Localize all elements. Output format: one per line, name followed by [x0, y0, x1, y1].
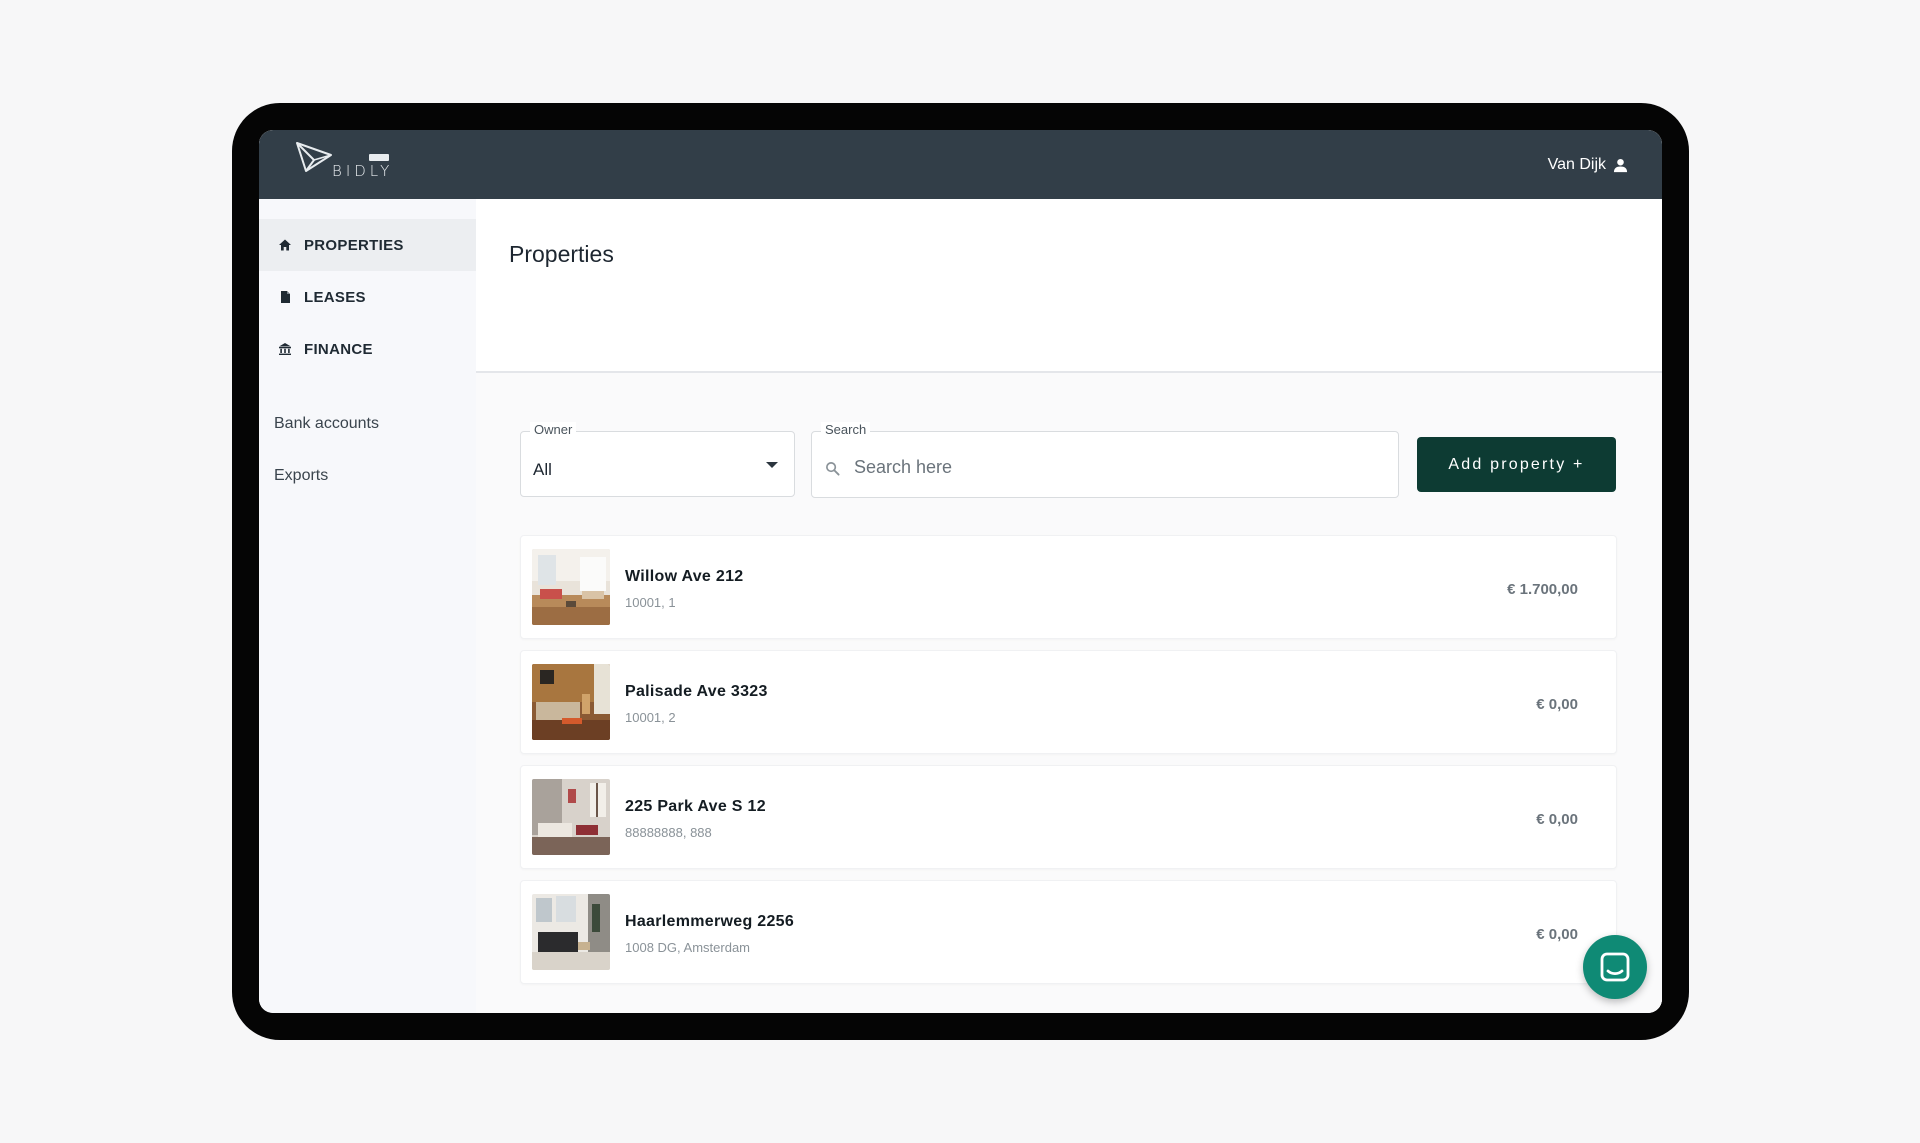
- search-input[interactable]: [854, 454, 1374, 480]
- app-screen: BIDLY Van Dijk PROPERTIES LEASES FINANCE…: [259, 130, 1662, 1013]
- property-address: 10001, 1: [625, 595, 676, 610]
- property-card[interactable]: Willow Ave 212 10001, 1 € 1.700,00: [520, 535, 1617, 639]
- person-icon: [1613, 158, 1628, 172]
- property-price: € 1.700,00: [1507, 581, 1578, 598]
- sidebar-item-label: LEASES: [304, 288, 366, 306]
- property-card[interactable]: Palisade Ave 3323 10001, 2 € 0,00: [520, 650, 1617, 754]
- page-title: Properties: [509, 241, 614, 267]
- search-label: Search: [821, 422, 871, 437]
- sidebar-item-properties[interactable]: PROPERTIES: [259, 219, 476, 271]
- sidebar-link-bank-accounts[interactable]: Bank accounts: [274, 415, 379, 433]
- sidebar-item-label: FINANCE: [304, 340, 373, 358]
- property-price: € 0,00: [1536, 926, 1578, 943]
- add-property-button[interactable]: Add property +: [1417, 437, 1616, 492]
- property-thumbnail: [532, 779, 610, 855]
- user-name: Van Dijk: [1547, 156, 1606, 173]
- property-name: Palisade Ave 3323: [625, 683, 768, 700]
- user-menu[interactable]: Van Dijk: [1548, 154, 1628, 176]
- bank-icon: [279, 343, 291, 355]
- property-price: € 0,00: [1536, 696, 1578, 713]
- property-name: 225 Park Ave S 12: [625, 798, 766, 815]
- property-address: 88888888, 888: [625, 825, 712, 840]
- search-field[interactable]: Search: [811, 422, 1399, 498]
- owner-label: Owner: [530, 422, 577, 437]
- sidebar: PROPERTIES LEASES FINANCE Bank accounts …: [259, 199, 476, 1013]
- logo-badge: [369, 154, 389, 161]
- property-list-area: Owner All Search Add property +: [476, 373, 1662, 1013]
- property-thumbnail: [532, 549, 610, 625]
- property-name: Willow Ave 212: [625, 568, 744, 585]
- property-card[interactable]: Haarlemmerweg 2256 1008 DG, Amsterdam € …: [520, 880, 1617, 984]
- chat-icon: [1600, 952, 1630, 982]
- sidebar-link-exports[interactable]: Exports: [274, 467, 328, 485]
- property-price: € 0,00: [1536, 811, 1578, 828]
- dropdown-caret-icon: [766, 462, 778, 468]
- search-icon: [826, 462, 840, 476]
- sidebar-item-finance[interactable]: FINANCE: [259, 323, 476, 375]
- property-card[interactable]: 225 Park Ave S 12 88888888, 888 € 0,00: [520, 765, 1617, 869]
- logo-text: BIDLY: [332, 162, 394, 180]
- top-bar: BIDLY Van Dijk: [259, 130, 1662, 199]
- sidebar-item-label: PROPERTIES: [304, 236, 404, 254]
- property-name: Haarlemmerweg 2256: [625, 913, 795, 930]
- sidebar-item-leases[interactable]: LEASES: [259, 271, 476, 323]
- property-thumbnail: [532, 894, 610, 970]
- owner-select[interactable]: Owner All: [520, 422, 795, 497]
- property-address: 1008 DG, Amsterdam: [625, 940, 750, 955]
- bidly-logo[interactable]: BIDLY: [294, 140, 414, 186]
- logo-plane-icon: [296, 142, 332, 172]
- home-icon: [279, 239, 291, 251]
- document-icon: [281, 291, 290, 303]
- property-thumbnail: [532, 664, 610, 740]
- owner-value: All: [533, 460, 552, 479]
- chat-launcher-button[interactable]: [1583, 935, 1647, 999]
- device-frame: BIDLY Van Dijk PROPERTIES LEASES FINANCE…: [232, 103, 1689, 1040]
- property-address: 10001, 2: [625, 710, 676, 725]
- main-content: Properties Owner All Search Add proper: [476, 199, 1662, 1013]
